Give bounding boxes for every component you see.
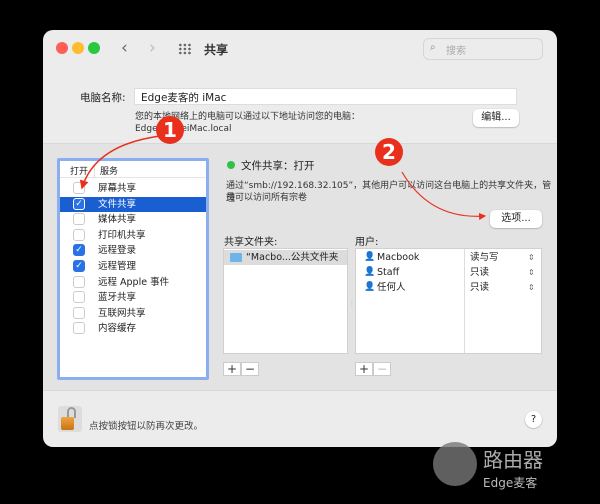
watermark-logo	[433, 442, 477, 486]
annotation-2: 2	[375, 138, 403, 166]
watermark-sub: Edge麦客	[483, 476, 538, 490]
watermark-title: 路由器	[483, 448, 543, 472]
annotation-1: 1	[156, 116, 184, 144]
annotation-arrows	[79, 135, 487, 221]
arrow-2	[401, 171, 487, 221]
arrow-1	[79, 135, 161, 190]
